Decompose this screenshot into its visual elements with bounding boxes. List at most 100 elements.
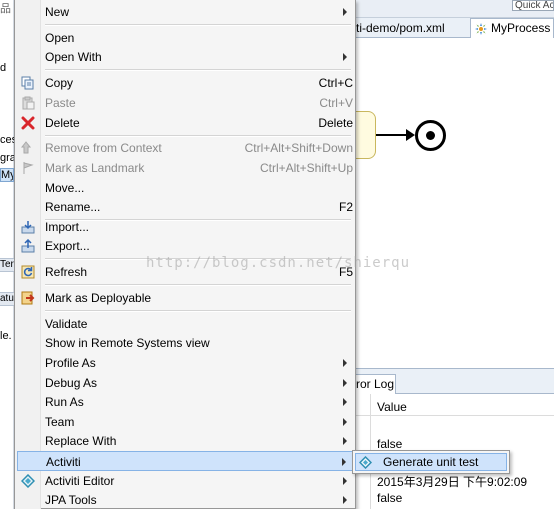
menu-item-label: Profile As bbox=[45, 356, 96, 370]
menu-item-delete[interactable]: Delete Delete bbox=[17, 113, 353, 133]
copy-icon bbox=[21, 76, 34, 90]
left-fragment-2: gra bbox=[0, 152, 14, 164]
menu-item-label: Refresh bbox=[45, 265, 88, 279]
menu-item-label: Open With bbox=[45, 50, 102, 64]
menu-item-mark-as-deployable[interactable]: Mark as Deployable bbox=[17, 288, 353, 308]
user-task-shape[interactable] bbox=[356, 111, 376, 159]
activiti-editor-icon bbox=[21, 474, 35, 488]
submenu-arrow-icon bbox=[343, 437, 347, 445]
menu-item-label: Validate bbox=[45, 317, 88, 331]
menu-item-label: Show in Remote Systems view bbox=[45, 336, 210, 350]
menu-item-run-as[interactable]: Run As bbox=[17, 392, 353, 412]
menu-item-shortcut: Delete bbox=[318, 116, 353, 130]
submenu-arrow-icon bbox=[342, 458, 346, 466]
tab-error-log[interactable]: ror Log bbox=[356, 374, 396, 394]
menu-item-activiti-editor[interactable]: Activiti Editor bbox=[17, 471, 353, 491]
activiti-diamond-icon bbox=[359, 456, 372, 469]
menu-separator-highlight bbox=[45, 25, 351, 26]
menu-item-profile-as[interactable]: Profile As bbox=[17, 353, 353, 373]
menu-item-label: Debug As bbox=[45, 376, 98, 390]
tab-myprocess-label: MyProcess bbox=[491, 21, 551, 35]
menu-separator-highlight bbox=[45, 70, 351, 71]
activiti-submenu: Generate unit test bbox=[352, 450, 510, 474]
menu-item-copy[interactable]: Copy Ctrl+C bbox=[17, 73, 353, 93]
tab-pom-xml[interactable]: ti-demo/pom.xml bbox=[356, 19, 468, 38]
menu-item-label: Open bbox=[45, 31, 75, 45]
menu-item-label: New bbox=[45, 5, 70, 19]
menu-item-show-in-remote-systems[interactable]: Show in Remote Systems view bbox=[17, 333, 353, 353]
property-value: 2015年3月29日 下午9:02:09 bbox=[377, 475, 528, 489]
sequence-flow-arrow bbox=[406, 129, 415, 141]
package-explorer-strip: 品 d ces gra My Ter atu le. bbox=[0, 0, 14, 509]
menu-item-label: Remove from Context bbox=[45, 141, 162, 155]
menu-item-label: Team bbox=[45, 415, 75, 429]
menu-item-label: Copy bbox=[45, 76, 74, 90]
menu-item-replace-with[interactable]: Replace With bbox=[17, 431, 353, 451]
menu-item-import[interactable]: Import... bbox=[17, 217, 353, 237]
submenu-arrow-icon bbox=[343, 496, 347, 504]
menu-separator-highlight bbox=[45, 311, 351, 312]
submenu-item-label: Generate unit test bbox=[383, 455, 479, 469]
remove-context-icon bbox=[21, 141, 32, 154]
menu-item-team[interactable]: Team bbox=[17, 412, 353, 432]
submenu-arrow-icon bbox=[343, 53, 347, 61]
menu-item-open-with[interactable]: Open With bbox=[17, 47, 353, 67]
menu-item-shortcut: Ctrl+V bbox=[319, 96, 353, 110]
left-fragment-0: d bbox=[0, 62, 7, 74]
import-icon bbox=[21, 221, 35, 234]
menu-item-shortcut: F2 bbox=[338, 200, 353, 214]
menu-item-export[interactable]: Export... bbox=[17, 236, 353, 256]
menu-item-label: Replace With bbox=[45, 434, 117, 448]
menu-item-label: Paste bbox=[45, 96, 76, 110]
menu-item-validate[interactable]: Validate bbox=[17, 314, 353, 334]
menu-item-activiti[interactable]: Activiti bbox=[17, 451, 353, 471]
menu-item-label: Export... bbox=[45, 239, 90, 253]
quick-access-field[interactable]: Quick Ac bbox=[512, 0, 554, 11]
menu-item-shortcut: Ctrl+Alt+Shift+Down bbox=[244, 141, 353, 155]
left-tab-fragment-1[interactable]: Ter bbox=[0, 258, 14, 272]
menu-item-move[interactable]: Move... bbox=[17, 178, 353, 198]
menu-item-label: Mark as Deployable bbox=[45, 291, 152, 305]
menu-item-label: Mark as Landmark bbox=[45, 161, 145, 175]
menu-item-debug-as[interactable]: Debug As bbox=[17, 373, 353, 393]
export-icon bbox=[21, 239, 35, 253]
menu-item-shortcut: F5 bbox=[338, 265, 353, 279]
menu-item-mark-as-landmark[interactable]: Mark as Landmark Ctrl+Alt+Shift+Up bbox=[17, 158, 353, 178]
menu-item-label: JPA Tools bbox=[45, 493, 97, 507]
menu-item-refresh[interactable]: Refresh F5 bbox=[17, 262, 353, 282]
process-diagram-icon bbox=[475, 23, 487, 35]
menu-item-paste[interactable]: Paste Ctrl+V bbox=[17, 93, 353, 113]
menu-item-generate-unit-test[interactable]: Generate unit test bbox=[355, 453, 507, 471]
tab-myprocess[interactable]: MyProcess bbox=[470, 18, 554, 38]
menu-item-open[interactable]: Open bbox=[17, 28, 353, 48]
menu-item-shortcut: Ctrl+Alt+Shift+Up bbox=[259, 161, 353, 175]
left-fragment-1: ces bbox=[0, 134, 14, 146]
menu-item-new[interactable]: New bbox=[17, 2, 353, 22]
menu-item-label: Move... bbox=[45, 181, 85, 195]
left-fragment-6: le. bbox=[0, 330, 12, 342]
sequence-flow[interactable] bbox=[376, 134, 410, 136]
process-canvas[interactable] bbox=[356, 39, 554, 369]
menu-item-remove-from-context[interactable]: Remove from Context Ctrl+Alt+Shift+Down bbox=[17, 138, 353, 158]
menu-item-label: Run As bbox=[45, 395, 84, 409]
editor-tab-bar: ti-demo/pom.xml MyProcess bbox=[356, 18, 554, 38]
menu-item-jpa-tools[interactable]: JPA Tools bbox=[17, 490, 353, 509]
left-tab-fragment-2[interactable]: atu bbox=[0, 292, 14, 306]
menu-item-label: Delete bbox=[45, 116, 80, 130]
submenu-arrow-icon bbox=[343, 8, 347, 16]
left-fragment-top: 品 bbox=[0, 3, 11, 15]
menu-item-label: Rename... bbox=[45, 200, 101, 214]
menu-separator-highlight bbox=[45, 259, 351, 260]
deployable-icon bbox=[21, 291, 35, 305]
submenu-arrow-icon bbox=[343, 359, 347, 367]
delete-icon bbox=[21, 116, 35, 130]
submenu-arrow-icon bbox=[343, 477, 347, 485]
value-column-header[interactable]: Value bbox=[377, 400, 407, 414]
menu-item-rename[interactable]: Rename... F2 bbox=[17, 197, 353, 217]
end-event-shape[interactable] bbox=[415, 120, 446, 151]
property-value: false bbox=[377, 437, 403, 451]
refresh-icon bbox=[21, 265, 35, 279]
landmark-icon bbox=[23, 162, 34, 174]
left-selected-item[interactable]: My bbox=[0, 168, 14, 182]
paste-icon bbox=[22, 96, 35, 110]
